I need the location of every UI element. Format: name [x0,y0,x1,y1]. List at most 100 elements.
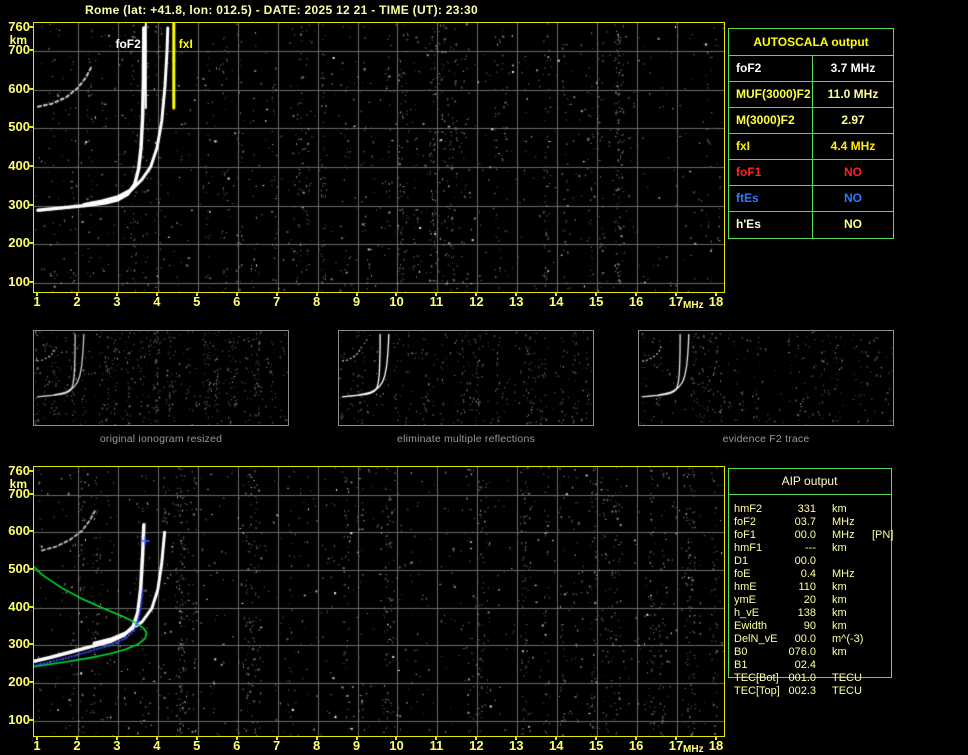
autoscala-output-title: AUTOSCALA output [729,29,893,56]
x-axis-label: 8 [312,294,321,309]
aip-row-hmF2: hmF2 331 km [734,503,890,516]
x-axis-tick [195,736,198,740]
thumbnail-eliminate-canvas [339,331,593,425]
thumbnail-original-ionogram [33,330,289,426]
aip-row-D1: D1 00.0 [734,555,890,568]
x-axis-tick [515,736,518,740]
aip-row-TEC[Bot]: TEC[Bot] 001.0 TECU [734,672,890,685]
aip-unit: km [832,646,847,658]
x-axis-label: 18 [708,738,724,753]
aip-val: 110 [798,581,816,593]
x-axis-tick [75,292,78,296]
aip-name: hmE [734,581,757,593]
x-axis-tick [714,292,717,296]
aip-val: 00.0 [794,555,816,567]
x-axis-tick [275,292,278,296]
aip-val: 001.0 [788,672,816,684]
aip-row-TEC[Top]: TEC[Top] 002.3 TECU [734,685,890,698]
x-axis-label: 13 [509,294,524,309]
y-axis-label: 500 [8,119,30,135]
y-axis-label: 300 [8,196,30,212]
aip-unit: MHz [832,568,855,580]
top-ionogram-plot [33,22,725,293]
x-axis-unit: MHz [683,300,704,311]
x-axis-label: 3 [113,294,121,309]
x-axis-label: 2 [73,294,81,309]
x-axis-label: 7 [273,738,281,753]
aip-val: 002.3 [788,685,816,697]
y-axis-tick [28,681,33,684]
aip-extra: [PN] [872,529,894,541]
aip-val: 0.4 [800,568,816,580]
x-axis-tick [36,292,38,296]
x-axis-label: 13 [509,738,524,753]
y-axis-tick [28,126,33,129]
x-axis-tick [635,736,638,740]
aip-unit: m^(-3) [832,633,864,645]
y-axis-label: 760 [8,463,30,478]
x-axis-tick [714,736,717,740]
x-axis-tick [275,736,278,740]
y-axis-label: 200 [8,235,30,251]
aip-row-h_vE: h_vE 138 km [734,607,890,620]
thumbnail-caption-original: original ionogram resized [99,433,223,445]
y-axis-label: 400 [8,598,30,614]
parameter-label: foF1 [729,160,813,185]
y-axis-label: 500 [8,561,30,577]
x-axis-tick [595,736,598,740]
y-axis-tick [28,492,33,495]
aip-name: foE [734,568,751,580]
y-axis-tick [28,568,33,571]
aip-row-foF1: foF1 00.0 MHz [PN] [734,529,894,542]
autoscala-row-foF1: foF1 NO [729,160,893,186]
y-axis-tick [28,643,33,646]
x-axis-tick [115,292,118,296]
aip-unit: MHz [832,529,855,541]
aip-name: B0 [734,646,748,658]
x-axis-tick [355,292,358,296]
x-axis-label: 11 [429,738,444,753]
parameter-value: 11.0 MHz [827,87,879,101]
x-axis-label: 6 [233,738,241,753]
aip-name: hmF1 [734,542,763,554]
aip-val: 138 [797,607,816,619]
y-axis-label: 300 [8,636,30,652]
y-axis-label: 600 [8,523,30,539]
x-axis-tick [675,736,678,740]
y-axis-tick [28,203,33,206]
thumbnail-caption-evidence: evidence F2 trace [722,433,810,445]
x-axis-label: 11 [429,294,444,309]
y-axis-tick [28,242,33,245]
aip-unit: km [832,581,847,593]
x-axis-label: 15 [588,294,604,309]
autoscala-row-ftEs: ftEs NO [729,186,893,212]
x-axis-unit: MHz [683,744,704,755]
y-axis-unit: km [9,33,27,47]
y-axis-tick [28,26,33,28]
x-axis-tick [395,736,398,740]
aip-val: 20 [803,594,816,606]
aip-row-foF2: foF2 03.7 MHz [734,516,890,529]
aip-val: 00.0 [794,529,816,541]
y-axis-tick [28,87,33,90]
autoscala-output-rows: foF2 3.7 MHz MUF(3000)F2 11.0 MHz M(3000)F2 2… [729,56,893,238]
x-axis-label: 10 [389,294,404,309]
x-axis-label: 18 [708,294,724,309]
top-ionogram-canvas [34,23,724,292]
x-axis-label: 3 [113,738,121,753]
parameter-label: fxI [729,134,813,159]
x-axis-tick [595,292,598,296]
x-axis-label: 4 [153,294,161,309]
aip-val: 90 [803,620,816,632]
x-axis-tick [155,736,158,740]
y-axis-label: 100 [8,273,30,289]
aip-unit: MHz [832,516,855,528]
x-axis-tick [36,736,38,740]
thumbnail-caption-eliminate: eliminate multiple reflections [397,433,535,445]
x-axis-tick [475,292,478,296]
parameter-label: ftEs [729,186,813,211]
x-axis-label: 5 [193,738,201,753]
thumbnail-evidence-canvas [639,331,893,425]
aip-val: 00.0 [794,633,816,645]
aip-unit [832,659,870,672]
